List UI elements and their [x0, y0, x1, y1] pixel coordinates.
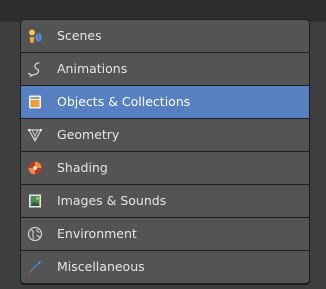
category-label: Images & Sounds — [57, 193, 167, 208]
category-label: Environment — [57, 226, 137, 241]
category-label: Objects & Collections — [57, 94, 191, 109]
category-label: Miscellaneous — [57, 259, 145, 274]
category-item-images-sounds[interactable]: Images & Sounds — [21, 185, 309, 217]
shading-icon — [27, 160, 43, 176]
images-sounds-icon — [27, 193, 43, 209]
category-list: Scenes Animations Objects & Collections — [20, 19, 310, 285]
category-item-objects-collections[interactable]: Objects & Collections — [21, 86, 309, 118]
scenes-icon — [27, 28, 43, 44]
category-label: Animations — [57, 61, 128, 76]
geometry-icon — [27, 127, 43, 143]
category-label: Shading — [57, 160, 108, 175]
category-label: Scenes — [57, 28, 102, 43]
animations-icon — [27, 61, 43, 79]
category-label: Geometry — [57, 127, 120, 142]
category-item-geometry[interactable]: Geometry — [21, 119, 309, 151]
category-item-environment[interactable]: Environment — [21, 218, 309, 250]
category-item-shading[interactable]: Shading — [21, 152, 309, 184]
category-item-scenes[interactable]: Scenes — [21, 20, 309, 52]
category-item-animations[interactable]: Animations — [21, 53, 309, 85]
environment-icon — [27, 226, 43, 242]
miscellaneous-icon — [27, 259, 43, 275]
category-item-miscellaneous[interactable]: Miscellaneous — [21, 251, 309, 283]
objects-collections-icon — [27, 94, 43, 110]
